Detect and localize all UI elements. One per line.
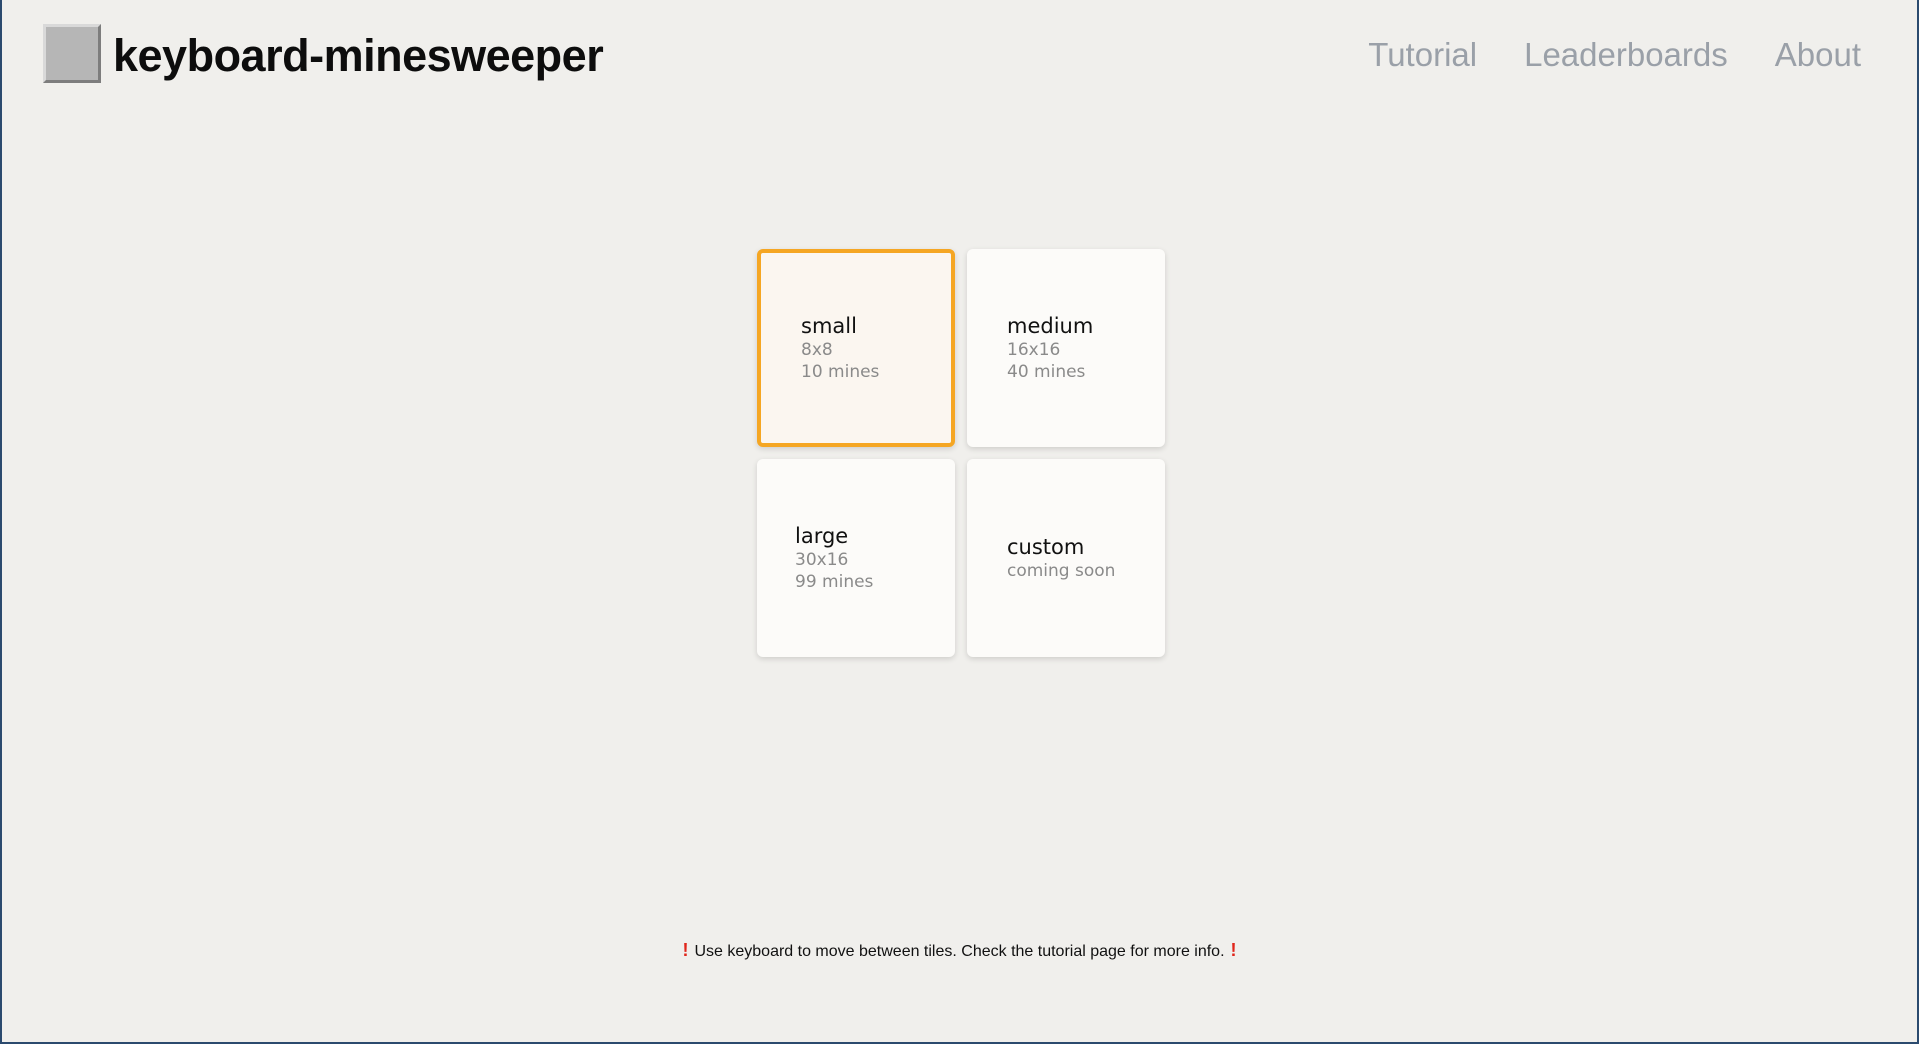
tile-mines: 99 mines [795, 572, 874, 592]
difficulty-tile-custom[interactable]: custom coming soon [967, 459, 1165, 657]
tile-size: 30x16 [795, 550, 849, 570]
tile-content: large 30x16 99 mines [795, 523, 873, 593]
page-title[interactable]: keyboard-minesweeper [113, 26, 604, 86]
exclamation-icon: ! [682, 940, 689, 960]
nav-link-about[interactable]: About [1775, 30, 1861, 80]
header: keyboard-minesweeper Tutorial Leaderboar… [2, 0, 1917, 112]
tile-mines: 10 mines [801, 362, 880, 382]
tile-name: small [801, 314, 857, 338]
tile-content: custom coming soon [1007, 534, 1115, 582]
tile-status: coming soon [1007, 561, 1116, 581]
nav-link-tutorial[interactable]: Tutorial [1368, 30, 1477, 80]
nav-link-leaderboards[interactable]: Leaderboards [1524, 30, 1728, 80]
difficulty-tile-large[interactable]: large 30x16 99 mines [757, 459, 955, 657]
logo-tile-icon[interactable] [43, 24, 101, 83]
tile-name: medium [1007, 314, 1094, 338]
tile-content: small 8x8 10 mines [801, 313, 879, 383]
top-nav: Tutorial Leaderboards About [1368, 30, 1861, 80]
keyboard-hint: ! Use keyboard to move between tiles. Che… [2, 940, 1917, 961]
difficulty-grid: small 8x8 10 mines medium 16x16 40 mines… [757, 249, 1167, 659]
exclamation-icon: ! [1230, 940, 1237, 960]
difficulty-tile-small[interactable]: small 8x8 10 mines [757, 249, 955, 447]
tile-size: 16x16 [1007, 340, 1061, 360]
hint-text: Use keyboard to move between tiles. Chec… [694, 943, 1225, 960]
tile-content: medium 16x16 40 mines [1007, 313, 1093, 383]
tile-mines: 40 mines [1007, 362, 1086, 382]
tile-name: large [795, 524, 849, 548]
tile-name: custom [1007, 535, 1085, 559]
tile-size: 8x8 [801, 340, 833, 360]
difficulty-tile-medium[interactable]: medium 16x16 40 mines [967, 249, 1165, 447]
